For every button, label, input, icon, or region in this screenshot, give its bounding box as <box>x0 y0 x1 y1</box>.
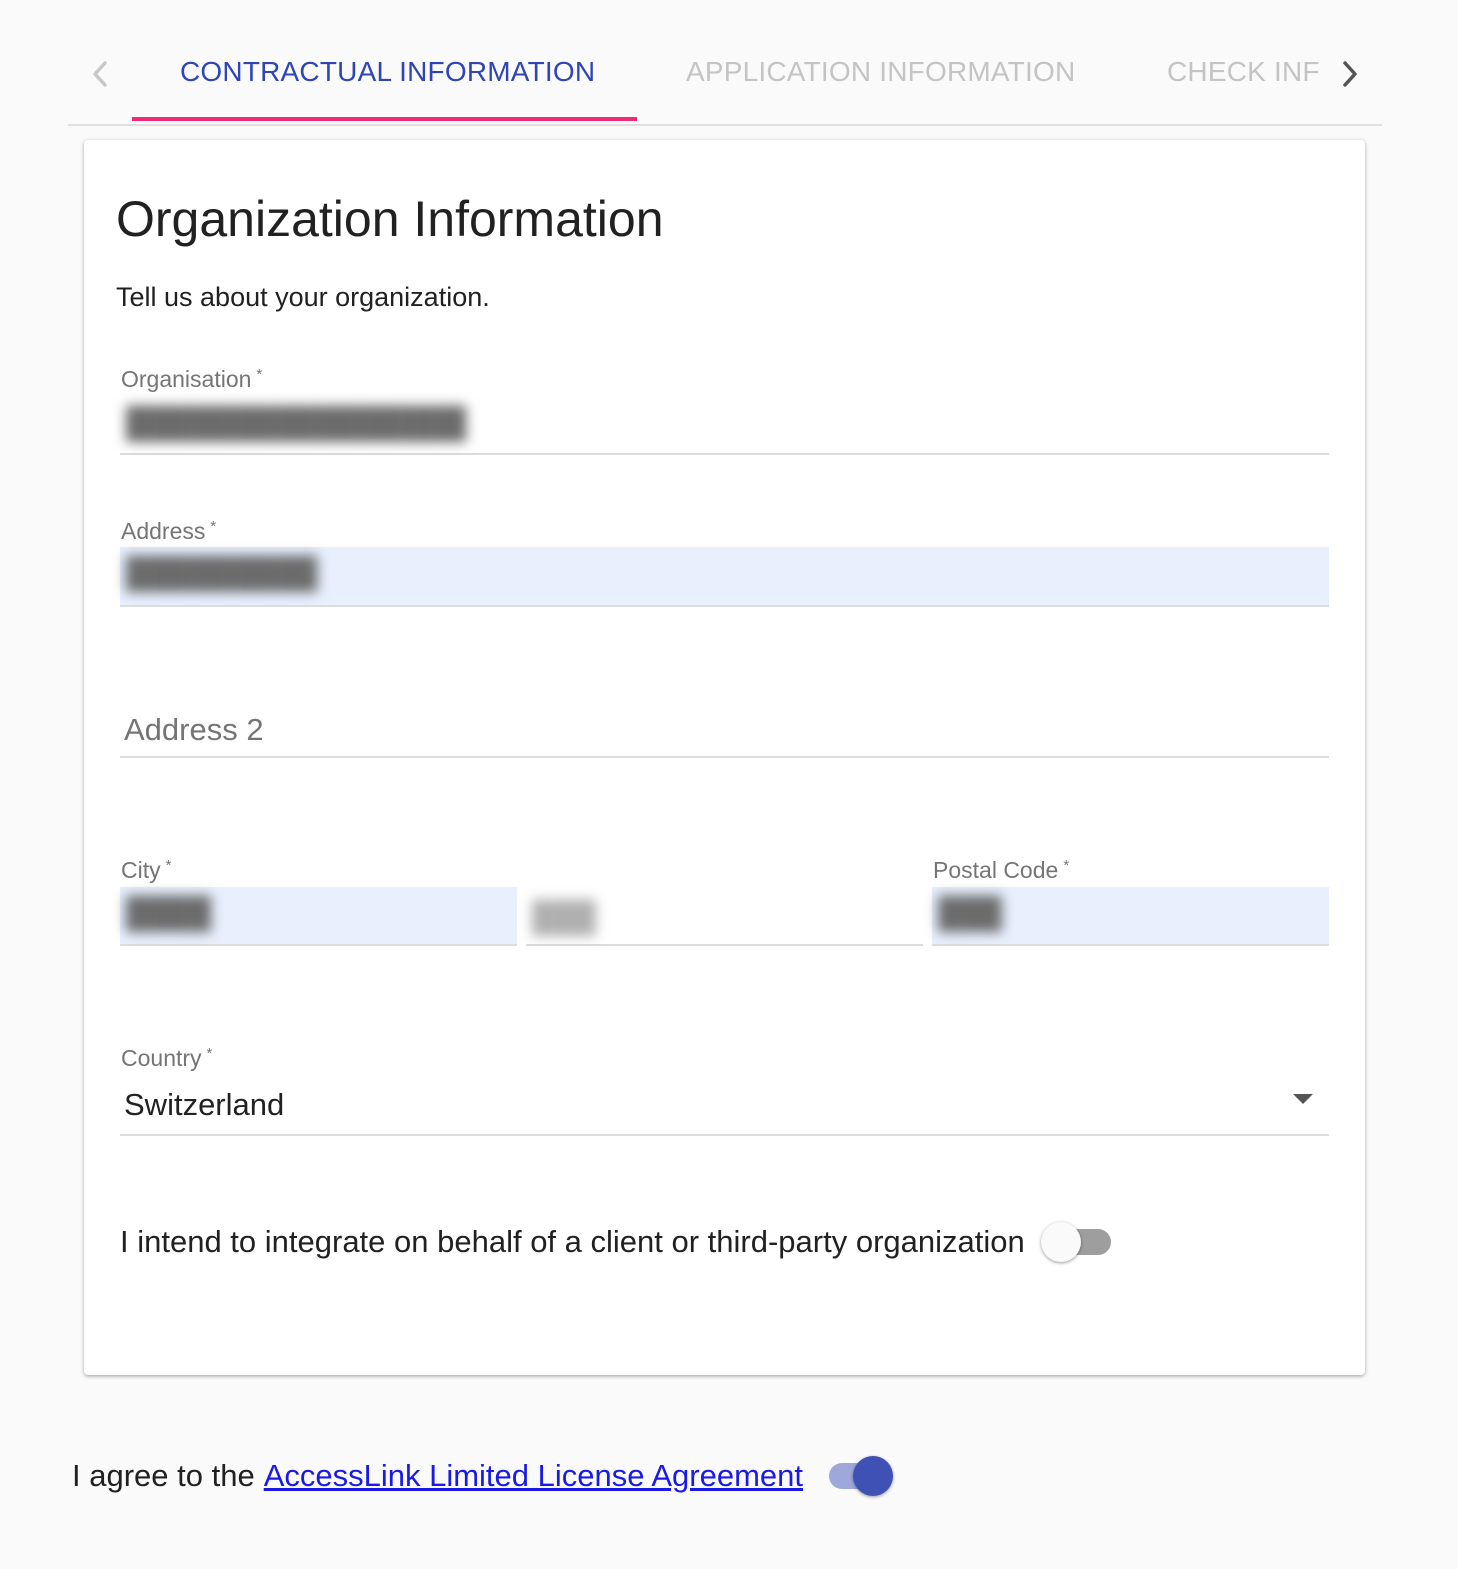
address-redacted-value: █████████ <box>126 557 318 590</box>
license-agreement-link[interactable]: AccessLink Limited License Agreement <box>264 1458 803 1494</box>
tab-check-information[interactable]: CHECK INF <box>1167 56 1320 88</box>
card-subtitle: Tell us about your organization. <box>116 282 490 312</box>
tabs-next-button[interactable] <box>1330 52 1370 96</box>
toggle-thumb <box>853 1456 894 1496</box>
postal-code-redacted-value: ███ <box>938 897 1002 930</box>
agreement-toggle[interactable] <box>821 1456 894 1496</box>
postal-code-field: Postal Code * ███ <box>932 856 1329 948</box>
tab-contractual-information[interactable]: CONTRACTUAL INFORMATION <box>180 56 595 88</box>
state-field: ███ <box>526 887 923 948</box>
country-field: Country * Switzerland <box>120 1044 1329 1136</box>
toggle-thumb <box>1040 1222 1081 1262</box>
agreement-prefix: I agree to the <box>72 1458 255 1493</box>
country-label: Country * <box>121 1045 213 1071</box>
address-field: Address * █████████ <box>120 517 1329 609</box>
third-party-toggle[interactable] <box>1040 1222 1113 1262</box>
city-field: City * ████ <box>120 856 517 948</box>
postal-code-input[interactable]: ███ <box>932 887 1329 946</box>
address-input[interactable]: █████████ <box>120 547 1329 607</box>
organisation-label: Organisation * <box>121 366 263 392</box>
address-label: Address * <box>121 518 217 544</box>
city-input[interactable]: ████ <box>120 887 517 946</box>
third-party-row: I intend to integrate on behalf of a cli… <box>120 1222 1113 1262</box>
state-redacted-value: ███ <box>532 901 596 934</box>
postal-code-label: Postal Code * <box>933 857 1070 883</box>
agreement-row: I agree to the AccessLink Limited Licens… <box>72 1456 894 1496</box>
organisation-field: Organisation * ████████████████ <box>120 365 1329 457</box>
country-select[interactable]: Switzerland <box>120 1078 1329 1136</box>
address2-placeholder: Address 2 <box>124 712 264 747</box>
tabs-prev-button[interactable] <box>80 52 120 96</box>
city-label: City * <box>121 857 172 883</box>
organization-card: Organization Information Tell us about y… <box>84 140 1365 1375</box>
address2-field: Address 2 <box>120 700 1329 760</box>
chevron-right-icon <box>1343 61 1357 87</box>
card-title: Organization Information <box>116 191 664 247</box>
organisation-input[interactable]: ████████████████ <box>120 395 1329 455</box>
third-party-label: I intend to integrate on behalf of a cli… <box>120 1224 1025 1259</box>
organisation-redacted-value: ████████████████ <box>126 407 467 440</box>
state-input[interactable]: ███ <box>526 887 923 946</box>
country-value: Switzerland <box>124 1087 285 1122</box>
stepper-tabs: CONTRACTUAL INFORMATION APPLICATION INFO… <box>68 0 1382 126</box>
active-tab-indicator <box>132 117 637 121</box>
city-redacted-value: ████ <box>126 897 212 930</box>
chevron-left-icon <box>93 61 107 87</box>
dropdown-arrow-icon <box>1293 1094 1313 1104</box>
address2-input[interactable]: Address 2 <box>120 700 1329 758</box>
tab-application-information[interactable]: APPLICATION INFORMATION <box>686 56 1075 88</box>
